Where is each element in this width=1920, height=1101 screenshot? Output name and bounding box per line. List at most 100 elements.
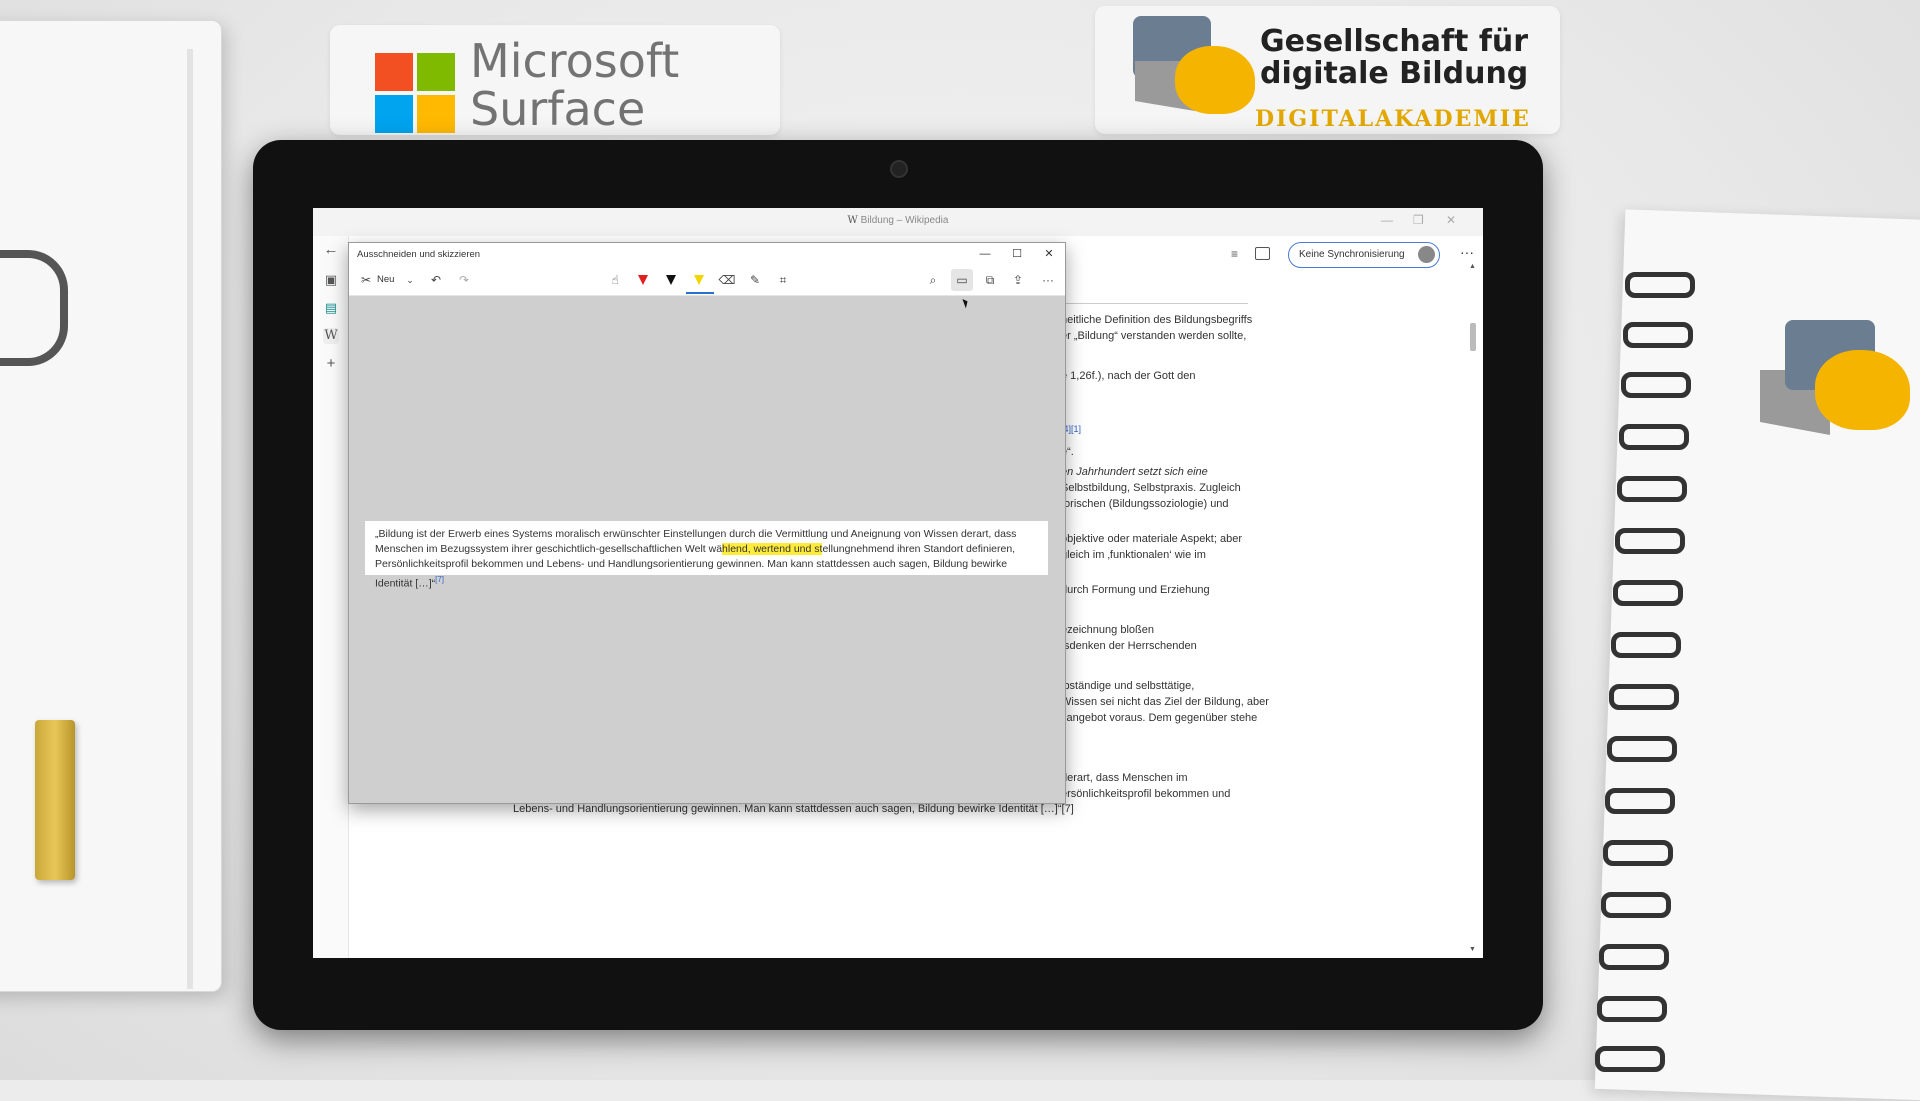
wiki-text-line: e 1,26f.), nach der Gott den bbox=[1061, 370, 1196, 382]
red-pen-icon bbox=[638, 275, 648, 285]
spiral-ring bbox=[1615, 528, 1685, 554]
browser-vertical-tabs: ← ▣ ▤ W + bbox=[313, 236, 349, 958]
eraser-icon[interactable]: ⌫ bbox=[716, 269, 738, 291]
wiki-text-line: en Jahrhundert setzt sich eine bbox=[1061, 466, 1208, 478]
wiki-text-line: Selbstbildung, Selbstpraxis. Zugleich bbox=[1061, 482, 1241, 494]
browser-minimize-button[interactable]: — bbox=[1381, 213, 1393, 227]
scroll-down-icon[interactable]: ▼ bbox=[1469, 946, 1476, 953]
highlighted-text: hlend, wertend und st bbox=[722, 543, 823, 555]
wiki-text-line: tsdenken der Herrschenden bbox=[1061, 640, 1197, 652]
tab-actions-icon[interactable]: ▣ bbox=[323, 272, 339, 288]
scroll-up-icon[interactable]: ▲ bbox=[1469, 263, 1476, 270]
tablet-screen: W Bildung – Wikipedia — ❐ ✕ ← ▣ ▤ W + ≡ … bbox=[313, 208, 1483, 958]
yellow-highlighter-icon bbox=[694, 275, 704, 285]
microsoft-logo-icon bbox=[375, 53, 455, 133]
snip-maximize-button[interactable]: ☐ bbox=[1001, 243, 1033, 265]
touch-writing-icon[interactable]: ☝ bbox=[604, 269, 626, 291]
gdb-sticker: Gesellschaft für digitale Bildung DIGITA… bbox=[1095, 6, 1560, 134]
spiral-ring bbox=[1613, 580, 1683, 606]
wiki-text-line: durch Formung und Erziehung bbox=[1061, 584, 1210, 596]
left-notebook bbox=[0, 20, 222, 992]
save-icon[interactable]: ▭ bbox=[951, 269, 973, 291]
snip-captured-image[interactable]: „Bildung ist der Erwerb eines Systems mo… bbox=[365, 521, 1048, 590]
spiral-ring bbox=[1619, 424, 1689, 450]
active-tool-indicator bbox=[686, 292, 714, 294]
reading-list-icon[interactable]: ≡ bbox=[1231, 247, 1238, 261]
notebook-page-edge bbox=[0, 49, 193, 989]
footnote-ref: [7] bbox=[435, 575, 445, 584]
snip-window-title: Ausschneiden und skizzieren bbox=[357, 249, 481, 260]
spiral-ring bbox=[1595, 1046, 1665, 1072]
spiral-ring bbox=[1605, 788, 1675, 814]
wiki-text-line: derart, dass Menschen im bbox=[1061, 772, 1188, 784]
wiki-text-line: Wissen sei nicht das Ziel der Bildung, a… bbox=[1061, 696, 1269, 708]
spiral-ring bbox=[1611, 632, 1681, 658]
browser-restore-button[interactable]: ❐ bbox=[1413, 213, 1424, 227]
crop-icon[interactable]: ⌗ bbox=[772, 269, 794, 291]
wiki-text-line: lbständige und selbsttätige, bbox=[1061, 680, 1195, 692]
snip-titlebar: Ausschneiden und skizzieren — ☐ ✕ bbox=[349, 243, 1065, 265]
spiral-ring bbox=[1623, 322, 1693, 348]
wiki-text-line: gleich im ‚funktionalen‘ wie im bbox=[1061, 549, 1206, 561]
profile-avatar bbox=[1418, 246, 1435, 263]
microsoft-surface-sticker: Microsoft Surface bbox=[330, 25, 780, 135]
wiki-divider bbox=[1063, 303, 1248, 304]
brain-icon bbox=[1175, 46, 1255, 114]
browser-toolbar-right: ≡ Keine Synchronisierung ··· bbox=[1228, 238, 1483, 274]
black-pencil-icon bbox=[666, 275, 676, 285]
snip-captured-text: „Bildung ist der Erwerb eines Systems mo… bbox=[375, 528, 1017, 590]
wiki-text-line: sangebot voraus. Dem gegenüber stehe bbox=[1061, 712, 1258, 724]
copy-icon[interactable]: ⧉ bbox=[979, 269, 1001, 291]
snip-close-button[interactable]: ✕ bbox=[1033, 243, 1065, 265]
wiki-text-line: torischen (Bildungssoziologie) und bbox=[1061, 498, 1229, 510]
collections-icon[interactable] bbox=[1255, 247, 1270, 260]
tab-wikipedia-icon[interactable]: W bbox=[323, 328, 339, 344]
browser-scrollbar[interactable]: ▲ ▼ bbox=[1468, 263, 1478, 953]
spiral-ring bbox=[1601, 892, 1671, 918]
snip-toolbar: ✂ Neu ⌄ ↶ ↷ ☝ ⌫ ✎ ⌗ ⌕ ▭ ⧉ ⇪ ··· bbox=[349, 265, 1065, 309]
spiral-ring bbox=[1597, 996, 1667, 1022]
snip-and-sketch-window: Ausschneiden und skizzieren — ☐ ✕ ✂ Neu … bbox=[348, 242, 1066, 804]
wiki-text-line: ersönlichkeitsprofil bekommen und bbox=[1061, 788, 1231, 800]
scrollbar-thumb[interactable] bbox=[1470, 323, 1476, 351]
ruler-icon[interactable]: ✎ bbox=[744, 269, 766, 291]
wiki-text-line: objektive oder materiale Aspekt; aber bbox=[1061, 533, 1242, 545]
binder-clip bbox=[0, 250, 68, 366]
pencil-black-button[interactable] bbox=[660, 269, 682, 291]
sync-status-button[interactable]: Keine Synchronisierung bbox=[1288, 242, 1440, 268]
yellow-bookmark bbox=[35, 720, 75, 880]
surface-tablet: W Bildung – Wikipedia — ❐ ✕ ← ▣ ▤ W + ≡ … bbox=[253, 140, 1543, 1030]
browser-close-button[interactable]: ✕ bbox=[1446, 213, 1456, 227]
redo-icon[interactable]: ↷ bbox=[453, 269, 475, 291]
zoom-icon[interactable]: ⌕ bbox=[922, 269, 944, 291]
wikipedia-icon: W bbox=[847, 215, 858, 226]
wiki-text-line: ezeichnung bloßen bbox=[1061, 624, 1154, 636]
wiki-text-line: er „Bildung“ verstanden werden sollte, bbox=[1061, 330, 1247, 342]
spiral-ring bbox=[1621, 372, 1691, 398]
back-arrow-icon[interactable]: ← bbox=[323, 242, 339, 258]
new-tab-plus-icon[interactable]: + bbox=[323, 356, 339, 372]
spiral-ring bbox=[1609, 684, 1679, 710]
gdb-subtitle: DIGITALAKADEMIE bbox=[1255, 106, 1531, 132]
spiral-ring bbox=[1617, 476, 1687, 502]
more-options-icon[interactable]: ··· bbox=[1037, 269, 1059, 291]
share-icon[interactable]: ⇪ bbox=[1007, 269, 1029, 291]
browser-title: W Bildung – Wikipedia bbox=[847, 215, 949, 226]
highlighter-yellow-button[interactable] bbox=[688, 269, 710, 291]
tab-favicon-icon[interactable]: ▤ bbox=[323, 300, 339, 316]
browser-titlebar: W Bildung – Wikipedia — ❐ ✕ bbox=[313, 208, 1483, 236]
new-snip-label[interactable]: Neu bbox=[377, 274, 394, 285]
new-snip-dropdown-icon[interactable]: ⌄ bbox=[399, 269, 421, 291]
microsoft-surface-wordmark: Microsoft Surface bbox=[470, 34, 680, 136]
spiral-ring bbox=[1599, 944, 1669, 970]
snip-minimize-button[interactable]: — bbox=[969, 243, 1001, 265]
spiral-ring bbox=[1603, 840, 1673, 866]
ballpoint-pen-red-button[interactable] bbox=[632, 269, 654, 291]
notebook-logo-brain-icon bbox=[1815, 350, 1910, 430]
wiki-text-line: heitliche Definition des Bildungsbegriff… bbox=[1061, 314, 1253, 326]
spiral-ring bbox=[1607, 736, 1677, 762]
undo-icon[interactable]: ↶ bbox=[425, 269, 447, 291]
browser-more-icon[interactable]: ··· bbox=[1460, 244, 1474, 260]
new-snip-icon[interactable]: ✂ bbox=[355, 269, 377, 291]
wiki-text-line: Lebens- und Handlungsorientierung gewinn… bbox=[513, 803, 1074, 815]
